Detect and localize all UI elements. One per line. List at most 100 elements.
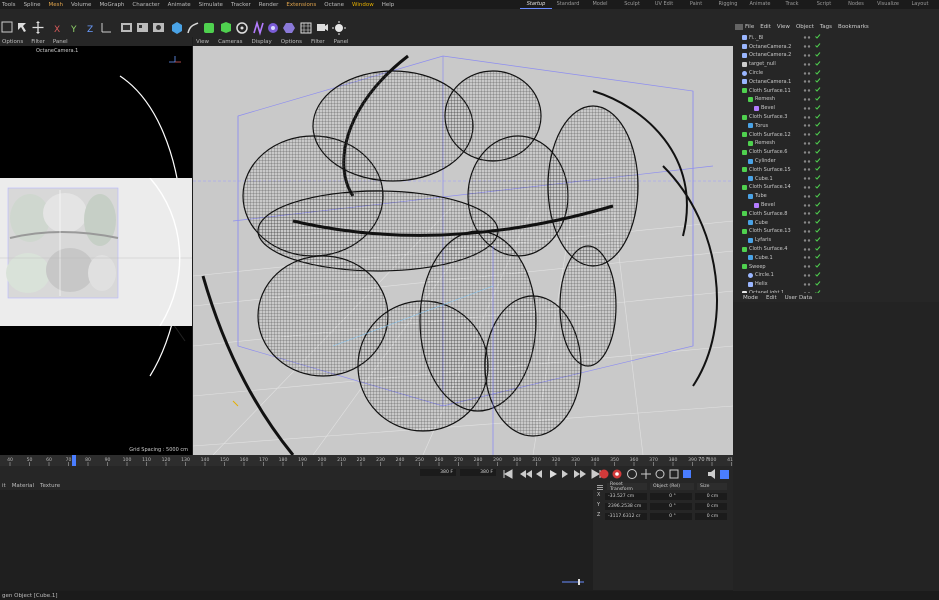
object-row[interactable]: OctaneCamera.2	[733, 43, 939, 51]
size-field[interactable]: 0 cm	[695, 503, 727, 510]
timeline-ruler[interactable]: 40 50 60 70 80 90 100 110 120 130 140 150 160 170 180 1…	[0, 455, 833, 466]
object-row[interactable]: Remesh	[733, 96, 939, 104]
om-menu-view[interactable]: View	[777, 24, 790, 30]
attr-menu-user-data[interactable]: User Data	[785, 295, 812, 301]
layout-tab-animate[interactable]: Animate	[744, 0, 776, 9]
enabled-check-icon[interactable]	[815, 69, 821, 77]
auto-key-icon[interactable]	[612, 469, 622, 479]
layout-tab-script[interactable]: Script	[808, 0, 840, 9]
position-field[interactable]: -33.527 cm	[605, 493, 647, 500]
live-select-icon[interactable]	[18, 23, 26, 32]
enabled-check-icon[interactable]	[815, 157, 821, 165]
pen-spline-icon[interactable]	[187, 22, 199, 34]
deformer-icon[interactable]	[253, 20, 264, 36]
menu-volume[interactable]: Volume	[71, 2, 91, 8]
enabled-check-icon[interactable]	[815, 131, 821, 138]
rotation-field[interactable]: 0 °	[650, 503, 692, 510]
menu-help[interactable]: Help	[382, 2, 395, 8]
left-vp-menu-options[interactable]: Options	[2, 39, 23, 45]
keyframe-selection-icon[interactable]	[627, 469, 637, 479]
layout-tab-uv-edit[interactable]: UV Edit	[648, 0, 680, 9]
attr-menu-edit[interactable]: Edit	[766, 295, 777, 301]
material-menu-it[interactable]: it	[2, 483, 6, 489]
go-to-start-icon[interactable]	[503, 469, 513, 479]
timeline-settings-icon[interactable]	[720, 470, 729, 479]
enabled-check-icon[interactable]	[815, 201, 821, 209]
zoom-slider[interactable]	[560, 578, 588, 586]
enabled-check-icon[interactable]	[815, 148, 821, 156]
left-vp-menu-filter[interactable]: Filter	[31, 39, 45, 45]
vp-menu-panel[interactable]: Panel	[334, 39, 349, 45]
menu-extensions[interactable]: Extensions	[286, 2, 316, 8]
enabled-check-icon[interactable]	[815, 43, 821, 50]
coordinate-system-icon[interactable]	[101, 23, 111, 33]
object-row[interactable]: Bevel	[733, 201, 939, 209]
enabled-check-icon[interactable]	[815, 52, 821, 59]
enabled-check-icon[interactable]	[815, 122, 821, 129]
enabled-check-icon[interactable]	[815, 166, 821, 173]
vp-menu-view[interactable]: View	[196, 39, 209, 45]
enabled-check-icon[interactable]	[815, 272, 821, 279]
next-frame-icon[interactable]	[562, 470, 568, 478]
object-row[interactable]: OctaneCamera.1	[733, 78, 939, 86]
vp-menu-display[interactable]: Display	[252, 39, 272, 45]
menu-simulate[interactable]: Simulate	[199, 2, 223, 8]
main-viewport[interactable]: View Cameras Display Options Filter Panel	[193, 37, 733, 455]
playhead[interactable]	[72, 455, 76, 466]
key-move-icon[interactable]	[641, 469, 651, 479]
vp-menu-filter[interactable]: Filter	[311, 39, 325, 45]
attr-menu-mode[interactable]: Mode	[743, 295, 758, 301]
position-field[interactable]: 2396.2538 cm	[605, 503, 647, 510]
layout-tab-rigging[interactable]: Rigging	[712, 0, 744, 9]
layout-tab-sculpt[interactable]: Sculpt	[616, 0, 648, 9]
menu-mograph[interactable]: MoGraph	[99, 2, 124, 8]
key-scale-icon[interactable]	[669, 469, 679, 479]
layout-tab-visualize[interactable]: Visualize	[872, 0, 904, 9]
size-field[interactable]: 0 cm	[695, 493, 727, 500]
size-field[interactable]: 0 cm	[695, 513, 727, 520]
object-row[interactable]: Cube.1	[733, 175, 939, 183]
enabled-check-icon[interactable]	[815, 87, 821, 94]
enabled-check-icon[interactable]	[815, 228, 821, 235]
render-view-icon[interactable]	[121, 23, 132, 32]
cloner-icon[interactable]	[236, 22, 248, 34]
material-menu-texture[interactable]: Texture	[40, 483, 60, 489]
vp-menu-cameras[interactable]: Cameras	[218, 39, 242, 45]
object-row[interactable]: Helix	[733, 280, 939, 288]
light-icon[interactable]	[332, 21, 346, 35]
enabled-check-icon[interactable]	[815, 245, 821, 253]
enabled-check-icon[interactable]	[815, 104, 821, 112]
object-row[interactable]: Cube.1	[733, 254, 939, 262]
subdivision-icon[interactable]	[204, 23, 214, 33]
enabled-check-icon[interactable]	[815, 140, 821, 147]
y-axis-icon[interactable]: Y	[70, 25, 77, 35]
object-row[interactable]: Cloth Surface.11	[733, 87, 939, 95]
menu-render[interactable]: Render	[259, 2, 279, 8]
coord-mode-dropdown[interactable]: Object (Rel)	[650, 483, 694, 490]
camera-icon[interactable]	[317, 24, 328, 31]
object-row[interactable]: Remesh	[733, 140, 939, 148]
menu-animate[interactable]: Animate	[168, 2, 191, 8]
object-row[interactable]: Cloth Surface.14	[733, 184, 939, 192]
enabled-check-icon[interactable]	[815, 210, 821, 217]
layout-tab-model[interactable]: Model	[584, 0, 616, 9]
object-row[interactable]: Cloth Surface.4	[733, 245, 939, 253]
enabled-check-icon[interactable]	[815, 280, 821, 288]
enabled-check-icon[interactable]	[815, 34, 821, 41]
material-menu-material[interactable]: Material	[12, 483, 34, 489]
enabled-check-icon[interactable]	[815, 254, 821, 261]
object-row[interactable]: Circle.1	[733, 272, 939, 280]
play-icon[interactable]	[550, 470, 557, 478]
sky-icon[interactable]	[283, 23, 295, 33]
prev-frame-icon[interactable]	[536, 470, 542, 478]
enabled-check-icon[interactable]	[815, 60, 821, 68]
object-row[interactable]: Cloth Surface.15	[733, 166, 939, 174]
object-row[interactable]: Tube	[733, 192, 939, 200]
object-row[interactable]: Sweep	[733, 263, 939, 271]
om-menu-object[interactable]: Object	[796, 24, 814, 30]
enabled-check-icon[interactable]	[815, 219, 821, 226]
menu-character[interactable]: Character	[132, 2, 159, 8]
key-param-icon[interactable]	[683, 470, 691, 478]
object-row[interactable]: Cloth Surface.12	[733, 131, 939, 139]
cube-primitive-icon[interactable]	[172, 22, 182, 34]
